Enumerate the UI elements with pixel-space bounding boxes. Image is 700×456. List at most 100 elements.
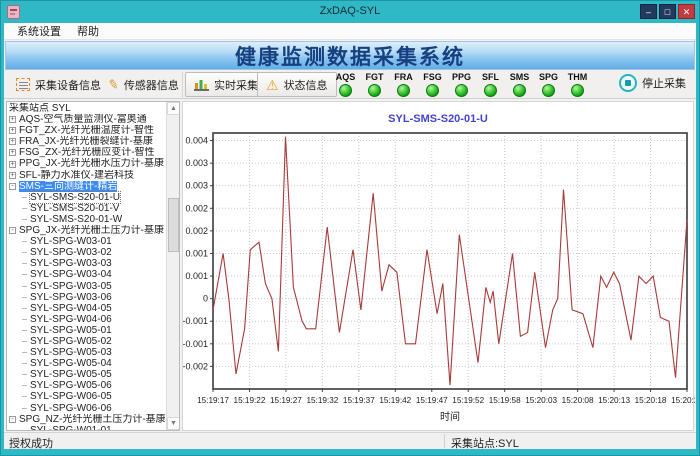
- tree-leaf-label: SYL-SPG-W05-01: [30, 325, 112, 336]
- svg-text:15:19:17: 15:19:17: [197, 396, 229, 405]
- tree-leaf[interactable]: SYL-SPG-W04-06: [9, 314, 165, 325]
- sensor-info-label: 传感器信息: [124, 77, 179, 93]
- tree-leaf[interactable]: SYL-SPG-W03-01: [9, 236, 165, 247]
- tree-leaf[interactable]: SYL-SPG-W06-05: [9, 391, 165, 402]
- collect-device-info-button[interactable]: 采集设备信息: [8, 72, 109, 97]
- status-info-button[interactable]: ⚠ 状态信息: [257, 72, 337, 97]
- svg-text:15:19:52: 15:19:52: [452, 396, 484, 405]
- tree-node-label: FRA_JX-光纤光栅裂缝计-基康: [19, 136, 153, 147]
- realtime-collect-button[interactable]: 实时采集: [185, 72, 267, 97]
- tree-leaf[interactable]: SYL-SPG-W05-03: [9, 347, 165, 358]
- tree-node[interactable]: +FSG_ZX-光纤光栅应变计-智性: [9, 147, 165, 158]
- tree-leaf[interactable]: SYL-SPG-W06-06: [9, 403, 165, 414]
- svg-text:15:20:08: 15:20:08: [562, 396, 594, 405]
- collapse-icon[interactable]: -: [9, 227, 16, 234]
- expand-icon[interactable]: +: [9, 138, 16, 145]
- tree-node[interactable]: +FGT_ZX-光纤光栅温度计-智性: [9, 125, 165, 136]
- tree-leaf[interactable]: SYL-SPG-W01-01: [9, 425, 165, 431]
- tree-leaf[interactable]: SYL-SPG-W03-06: [9, 292, 165, 303]
- tree-leaf[interactable]: SYL-SMS-S20-01-U: [9, 192, 165, 203]
- pen-icon: ✎: [107, 76, 121, 94]
- collapse-icon[interactable]: -: [9, 183, 16, 190]
- close-button[interactable]: ✕: [678, 4, 695, 19]
- tree-node[interactable]: -SMS-三向测缝计-精岩: [9, 181, 165, 192]
- led-indicator: [455, 84, 468, 97]
- svg-text:15:20:03: 15:20:03: [525, 396, 557, 405]
- svg-text:15:20:18: 15:20:18: [635, 396, 667, 405]
- svg-text:-0.001: -0.001: [183, 316, 208, 326]
- scroll-thumb[interactable]: [168, 198, 179, 252]
- led-indicator: [368, 84, 381, 97]
- led-label: SFL: [476, 72, 505, 83]
- tree-node[interactable]: -SPG_JX-光纤光栅土压力计-基康: [9, 225, 165, 236]
- tree-leaf-label: SYL-SMS-S20-01-U: [30, 192, 120, 203]
- collapse-icon[interactable]: -: [9, 416, 16, 423]
- title-bar: ZxDAQ-SYL – □ ✕: [1, 1, 699, 23]
- tree-leaf[interactable]: SYL-SPG-W03-04: [9, 269, 165, 280]
- tree-leaf[interactable]: SYL-SPG-W04-05: [9, 303, 165, 314]
- svg-text:15:19:32: 15:19:32: [306, 396, 338, 405]
- tree-leaf[interactable]: SYL-SPG-W03-02: [9, 247, 165, 258]
- tree-leaf-label: SYL-SPG-W03-03: [30, 258, 112, 269]
- led-label: FGT: [360, 72, 389, 83]
- scroll-up-arrow[interactable]: ▲: [167, 102, 180, 115]
- tree-leaf[interactable]: SYL-SPG-W05-05: [9, 369, 165, 380]
- scroll-down-arrow[interactable]: ▼: [167, 417, 180, 430]
- tree-scrollbar[interactable]: ▲ ▼: [166, 102, 179, 430]
- stop-icon: [619, 74, 637, 92]
- tree-leaf-label: SYL-SPG-W03-04: [30, 269, 112, 280]
- tree-leaf[interactable]: SYL-SPG-W05-02: [9, 336, 165, 347]
- sensor-info-button[interactable]: ✎ 传感器信息: [100, 72, 187, 97]
- tree-leaf-label: SYL-SPG-W06-05: [30, 391, 112, 402]
- tree-leaf[interactable]: SYL-SPG-W05-01: [9, 325, 165, 336]
- svg-text:15:19:42: 15:19:42: [379, 396, 411, 405]
- led-cell-fgt: FGT: [360, 72, 389, 97]
- svg-text:0.001: 0.001: [185, 248, 208, 258]
- tree-leaf-label: SYL-SPG-W03-01: [30, 236, 112, 247]
- svg-text:0.003: 0.003: [185, 181, 208, 191]
- tree-leaf[interactable]: SYL-SPG-W05-06: [9, 380, 165, 391]
- svg-text:15:19:22: 15:19:22: [234, 396, 266, 405]
- led-cell-fra: FRA: [389, 72, 418, 97]
- tree-leaf-label: SYL-SPG-W03-02: [30, 247, 112, 258]
- led-cell-aqs: AQS: [331, 72, 360, 97]
- chart-panel: SYL-SMS-S20-01-U 0.0040.0030.0030.0020.0…: [182, 101, 694, 431]
- led-label: FRA: [389, 72, 418, 83]
- svg-text:0.001: 0.001: [185, 271, 208, 281]
- tree-leaf[interactable]: SYL-SPG-W03-03: [9, 258, 165, 269]
- tree-node-label: PPG_JX-光纤光栅水压力计-基康: [19, 158, 164, 169]
- expand-icon[interactable]: +: [9, 172, 16, 179]
- tree-node[interactable]: +FRA_JX-光纤光栅裂缝计-基康: [9, 136, 165, 147]
- tree-leaf-label: SYL-SPG-W05-05: [30, 369, 112, 380]
- tree-leaf[interactable]: SYL-SMS-S20-01-W: [9, 214, 165, 225]
- expand-icon[interactable]: +: [9, 127, 16, 134]
- svg-text:15:19:47: 15:19:47: [416, 396, 448, 405]
- station-tree-panel: 采集站点 SYL+AQS-空气质量监测仪-富奥通+FGT_ZX-光纤光栅温度计-…: [6, 101, 180, 431]
- tree-leaf[interactable]: SYL-SMS-S20-01-V: [9, 203, 165, 214]
- tree-node[interactable]: +PPG_JX-光纤光栅水压力计-基康: [9, 158, 165, 169]
- led-indicator: [484, 84, 497, 97]
- tree-node-label: FGT_ZX-光纤光栅温度计-智性: [19, 125, 154, 136]
- app-window: ZxDAQ-SYL – □ ✕ 系统设置 帮助 健康监测数据采集系统 采集设备信…: [0, 0, 700, 456]
- minimize-button[interactable]: –: [640, 4, 657, 19]
- tree-leaf[interactable]: SYL-SPG-W05-04: [9, 358, 165, 369]
- tree-leaf-label: SYL-SPG-W05-03: [30, 347, 112, 358]
- expand-icon[interactable]: +: [9, 161, 16, 168]
- tree-node[interactable]: +AQS-空气质量监测仪-富奥通: [9, 114, 165, 125]
- tree-node[interactable]: -SPG_NZ-光纤光栅土压力计-基康: [9, 414, 165, 425]
- expand-icon[interactable]: +: [9, 149, 16, 156]
- expand-icon[interactable]: +: [9, 116, 16, 123]
- svg-text:0: 0: [203, 294, 208, 304]
- menu-system-settings[interactable]: 系统设置: [10, 22, 68, 40]
- stop-collect-button[interactable]: 停止采集: [619, 74, 686, 92]
- led-label: SMS: [505, 72, 534, 83]
- led-cell-sms: SMS: [505, 72, 534, 97]
- menu-help[interactable]: 帮助: [70, 22, 106, 40]
- tree-leaf-label: SYL-SPG-W03-06: [30, 292, 112, 303]
- tree-leaf[interactable]: SYL-SPG-W03-05: [9, 281, 165, 292]
- tree-leaf-label: SYL-SPG-W04-06: [30, 314, 112, 325]
- banner-title: 健康监测数据采集系统: [235, 41, 465, 71]
- tree-root[interactable]: 采集站点 SYL: [9, 103, 165, 114]
- tree-node[interactable]: +SFL-静力水准仪-建岩科技: [9, 170, 165, 181]
- maximize-button[interactable]: □: [659, 4, 676, 19]
